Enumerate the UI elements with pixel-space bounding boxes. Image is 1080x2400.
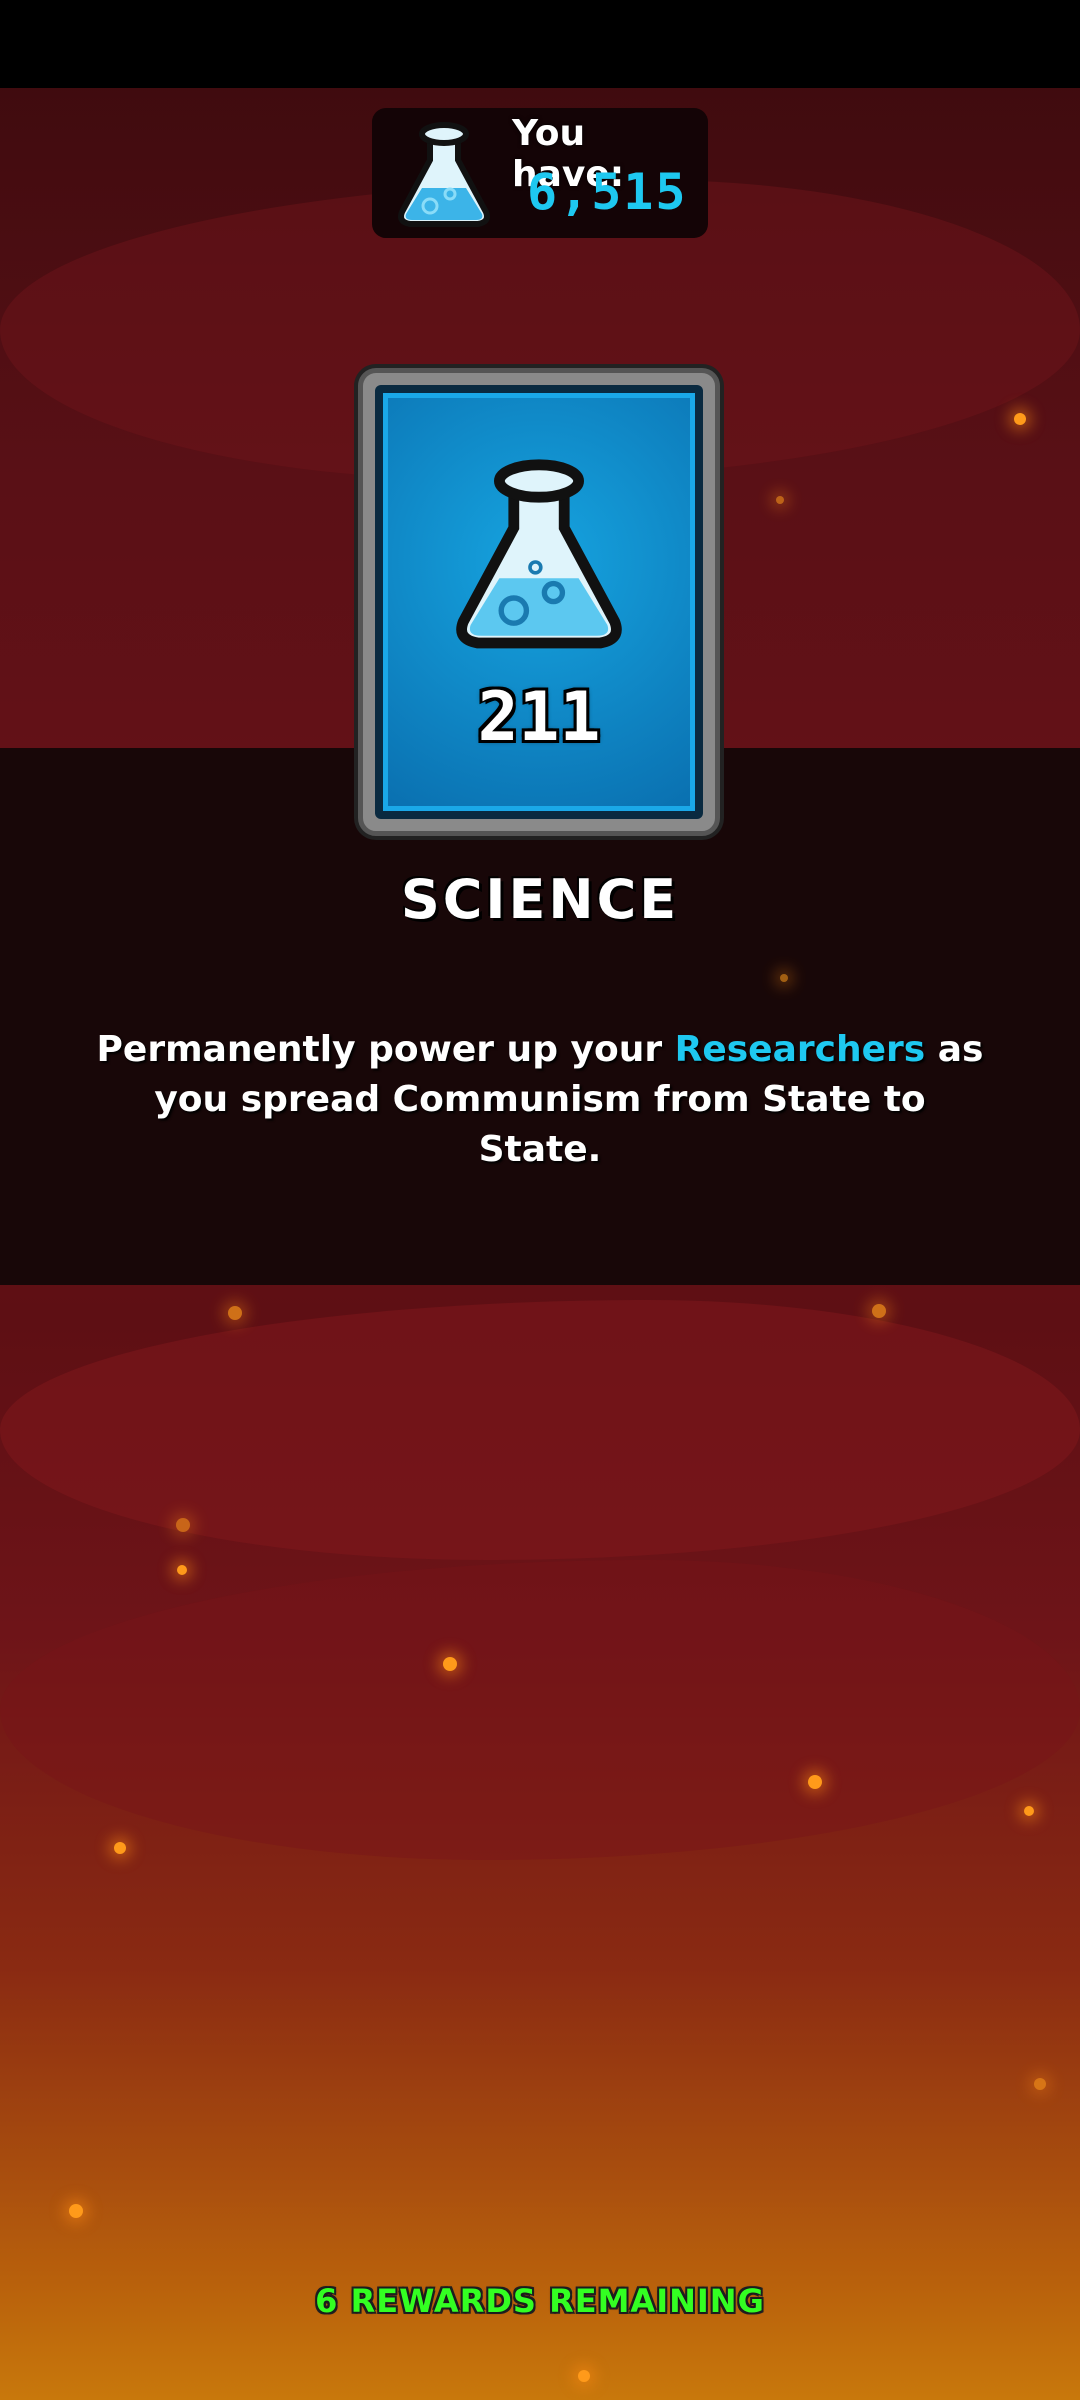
ember [872, 1304, 886, 1318]
ember [114, 1842, 126, 1854]
background-wave [0, 1560, 1080, 1860]
ember [780, 974, 788, 982]
ember [177, 1565, 187, 1575]
ember [1024, 1806, 1034, 1816]
background-wave [0, 1300, 1080, 1560]
ember [1034, 2078, 1046, 2090]
ember [776, 496, 784, 504]
science-flask-icon [398, 122, 490, 227]
status-bar [0, 0, 1080, 88]
ember [443, 1657, 457, 1671]
science-flask-icon [456, 459, 622, 649]
reward-card[interactable]: 211 [358, 368, 720, 836]
ember [578, 2370, 590, 2382]
ember [1014, 413, 1026, 425]
ember [69, 2204, 83, 2218]
reward-description: Permanently power up your Researchers as… [90, 1025, 990, 1175]
ember [228, 1306, 242, 1320]
ember [808, 1775, 822, 1789]
currency-display: You have: 6,515 [372, 108, 708, 238]
rewards-remaining: 6 REWARDS REMAINING [315, 2282, 765, 2320]
reward-count: 211 [477, 678, 601, 757]
description-highlight: Researchers [674, 1029, 926, 1070]
reward-title: SCIENCE [400, 868, 680, 931]
currency-amount: 6,515 [527, 163, 688, 221]
ember [176, 1518, 190, 1532]
description-text: Permanently power up your [96, 1029, 675, 1070]
